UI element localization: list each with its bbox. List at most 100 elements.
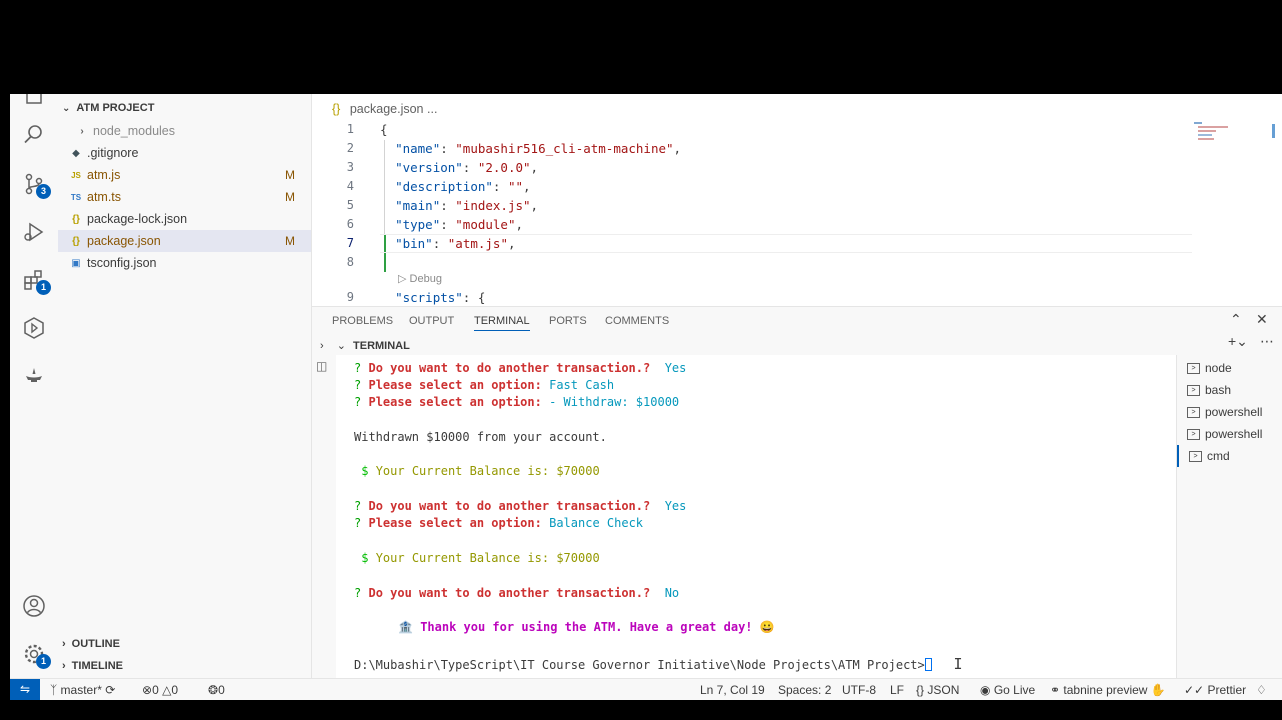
terminal-section-header[interactable]: › ⌄ TERMINAL <box>320 339 410 352</box>
breadcrumb-more: ... <box>427 102 438 116</box>
line-number: 4 <box>346 179 354 193</box>
run-debug-icon[interactable] <box>20 218 48 246</box>
search-icon[interactable] <box>20 120 48 148</box>
close-panel-icon[interactable]: ✕ <box>1256 311 1268 328</box>
settings-badge: 1 <box>36 654 51 669</box>
warning-icon: △ <box>162 683 172 697</box>
terminal-item-bash[interactable]: > bash <box>1177 379 1282 401</box>
encoding[interactable]: UTF-8 <box>842 683 876 697</box>
chevron-right-icon: › <box>80 125 84 137</box>
hand-icon: ✋ <box>1150 683 1166 697</box>
terminal-item-node[interactable]: > node <box>1177 357 1282 379</box>
tree-item-atm-ts[interactable]: TS atm.ts M <box>58 186 311 208</box>
genie-icon[interactable] <box>20 360 48 388</box>
tab-terminal[interactable]: TERMINAL <box>474 315 530 331</box>
sync-icon: ⟳ <box>105 683 116 697</box>
tree-item-package-lock-json[interactable]: {} package-lock.json <box>58 208 311 230</box>
git-branch-icon: ᛉ <box>50 683 58 697</box>
antenna-icon: ❂ <box>208 683 219 697</box>
terminal-item-powershell-2[interactable]: > powershell <box>1177 423 1282 445</box>
tsconfig-file-icon: ▣ <box>71 257 81 269</box>
chevron-right-icon: › <box>62 660 66 672</box>
terminal-icon: > <box>1187 384 1200 396</box>
code-line: "version": "2.0.0", <box>395 160 539 175</box>
code-line: { <box>380 122 388 137</box>
code-line: "scripts": { <box>395 290 486 305</box>
explorer-folder-header[interactable]: ⌄ ATM PROJECT <box>62 102 154 114</box>
chevron-down-icon: ⌄ <box>62 102 71 114</box>
tree-item-tsconfig-json[interactable]: ▣ tsconfig.json <box>58 252 311 274</box>
line-number: 1 <box>346 122 354 136</box>
indentation[interactable]: Spaces: 2 <box>778 683 831 697</box>
language-mode[interactable]: {} JSON <box>916 683 959 697</box>
explorer-sidebar: ⌄ ATM PROJECT › node_modules ◆ .gitignor… <box>58 94 312 678</box>
source-control-badge: 3 <box>36 184 51 199</box>
files-icon[interactable] <box>20 94 48 108</box>
tree-item-package-json[interactable]: {} package.json M <box>58 230 311 252</box>
tree-item-gitignore[interactable]: ◆ .gitignore <box>58 142 311 164</box>
terminal-cursor <box>924 658 932 671</box>
chevron-down-icon: ⌄ <box>336 340 346 352</box>
end-of-line[interactable]: LF <box>890 683 904 697</box>
problems-indicator[interactable]: ⊗0 △0 <box>142 683 178 697</box>
terminal-item-cmd[interactable]: > cmd <box>1177 445 1282 467</box>
maximize-panel-icon[interactable]: ⌃ <box>1230 311 1242 328</box>
line-number: 8 <box>346 255 354 269</box>
terminal-icon: > <box>1189 450 1202 462</box>
timeline-section-header[interactable]: › TIMELINE <box>62 660 123 672</box>
tab-problems[interactable]: PROBLEMS <box>332 315 393 327</box>
activity-bar: 3 1 1 <box>10 94 58 678</box>
notifications-bell-icon[interactable]: ♢ <box>1256 683 1267 697</box>
new-terminal-icon[interactable]: +⌄ <box>1228 333 1248 350</box>
modified-badge: M <box>285 168 295 182</box>
overview-ruler <box>1272 124 1275 138</box>
code-line: "type": "module", <box>395 217 524 232</box>
outline-title: OUTLINE <box>71 638 120 650</box>
minimap[interactable] <box>1194 122 1234 152</box>
terminal-prompt: D:\Mubashir\TypeScript\IT Course Governo… <box>354 658 925 672</box>
line-number: 9 <box>346 290 354 304</box>
breadcrumb-file: package.json <box>349 102 424 116</box>
terminal-item-powershell[interactable]: > powershell <box>1177 401 1282 423</box>
remote-indicator-icon[interactable]: ⇋ <box>10 679 40 700</box>
tree-item-label: .gitignore <box>87 146 139 160</box>
folder-title: ATM PROJECT <box>76 102 155 114</box>
line-number: 2 <box>346 141 354 155</box>
tree-item-label: package-lock.json <box>87 212 188 226</box>
git-file-icon: ◆ <box>72 147 80 159</box>
tab-output[interactable]: OUTPUT <box>409 315 454 327</box>
tree-item-label: atm.js <box>87 168 121 182</box>
prettier-status[interactable]: ✓✓ Prettier <box>1184 683 1246 697</box>
go-live-button[interactable]: ◉ Go Live <box>980 683 1035 697</box>
debug-codelens[interactable]: ▷ Debug <box>398 272 442 285</box>
breadcrumb[interactable]: {} package.json ... <box>332 102 437 116</box>
source-control-icon[interactable]: 3 <box>20 170 51 199</box>
typescript-file-icon: TS <box>70 192 82 202</box>
terminal-output[interactable]: ? Do you want to do another transaction.… <box>336 355 1199 679</box>
code-editor[interactable]: {} package.json ... 1 2 3 4 5 6 7 8 9 { … <box>312 94 1282 306</box>
modified-badge: M <box>285 190 295 204</box>
tabnine-status[interactable]: ⚭ tabnine preview ✋ <box>1050 683 1166 697</box>
double-check-icon: ✓✓ <box>1184 683 1205 697</box>
tab-comments[interactable]: COMMENTS <box>605 315 669 327</box>
tree-item-atm-js[interactable]: JS atm.js M <box>58 164 311 186</box>
branch-indicator[interactable]: ᛉ master* ⟳ <box>50 683 115 697</box>
timeline-title: TIMELINE <box>71 660 124 672</box>
line-number: 6 <box>346 217 354 231</box>
tree-item-label: tsconfig.json <box>87 256 157 270</box>
account-icon[interactable] <box>20 592 48 620</box>
tree-item-node-modules[interactable]: › node_modules <box>58 120 311 142</box>
json-file-icon: {} <box>72 213 80 225</box>
code-line: "main": "index.js", <box>395 198 539 213</box>
terminal-split-icon[interactable]: ◫ <box>316 359 327 373</box>
bank-icon: 🏦 <box>398 620 413 634</box>
ports-indicator[interactable]: ❂0 <box>208 683 225 697</box>
smile-emoji-icon: 😀 <box>759 620 775 634</box>
more-actions-icon[interactable]: ⋯ <box>1260 333 1274 350</box>
settings-gear-icon[interactable]: 1 <box>20 640 51 669</box>
outline-section-header[interactable]: › OUTLINE <box>62 638 120 650</box>
extensions-icon[interactable]: 1 <box>20 266 51 295</box>
remote-explorer-icon[interactable] <box>20 314 48 342</box>
cursor-position[interactable]: Ln 7, Col 19 <box>700 683 765 697</box>
tab-ports[interactable]: PORTS <box>549 315 587 327</box>
